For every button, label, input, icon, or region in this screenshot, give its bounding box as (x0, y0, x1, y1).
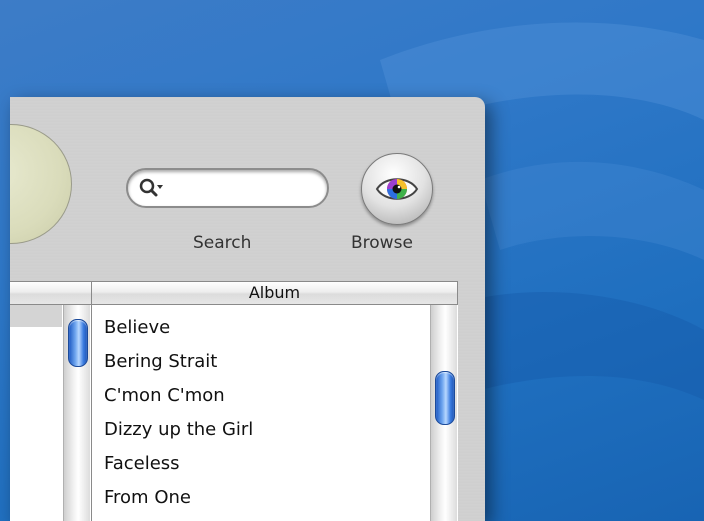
browser-column-headers: Album (10, 281, 465, 305)
search-input[interactable] (170, 176, 324, 202)
album-item[interactable]: Faceless (92, 447, 253, 481)
album-item[interactable]: Bering Strait (92, 345, 253, 379)
itunes-window: Search Browse Album Believe Bering Strai… (10, 97, 485, 521)
album-item[interactable]: C'mon C'mon (92, 379, 253, 413)
window-frame-edge (458, 281, 485, 521)
column-header-album[interactable]: Album (91, 281, 458, 305)
search-field[interactable] (126, 168, 329, 208)
album-scroll-thumb[interactable] (435, 371, 455, 425)
album-pane[interactable]: Believe Bering Strait C'mon C'mon Dizzy … (92, 305, 458, 521)
selected-row[interactable] (10, 305, 62, 327)
search-label: Search (193, 233, 252, 253)
album-item[interactable]: From One (92, 481, 253, 515)
album-list: Believe Bering Strait C'mon C'mon Dizzy … (92, 311, 253, 515)
artist-pane[interactable] (10, 305, 92, 521)
browse-button[interactable] (361, 153, 433, 225)
artist-scrollbar[interactable] (63, 305, 90, 521)
album-item[interactable]: Dizzy up the Girl (92, 413, 253, 447)
album-scrollbar[interactable] (430, 305, 457, 521)
column-header-artist[interactable] (10, 281, 92, 305)
eye-icon (375, 178, 419, 200)
album-item[interactable]: Believe (92, 311, 253, 345)
search-icon[interactable] (138, 176, 166, 200)
browse-label: Browse (351, 233, 413, 253)
status-display (10, 124, 72, 244)
artist-scroll-thumb[interactable] (68, 319, 88, 367)
